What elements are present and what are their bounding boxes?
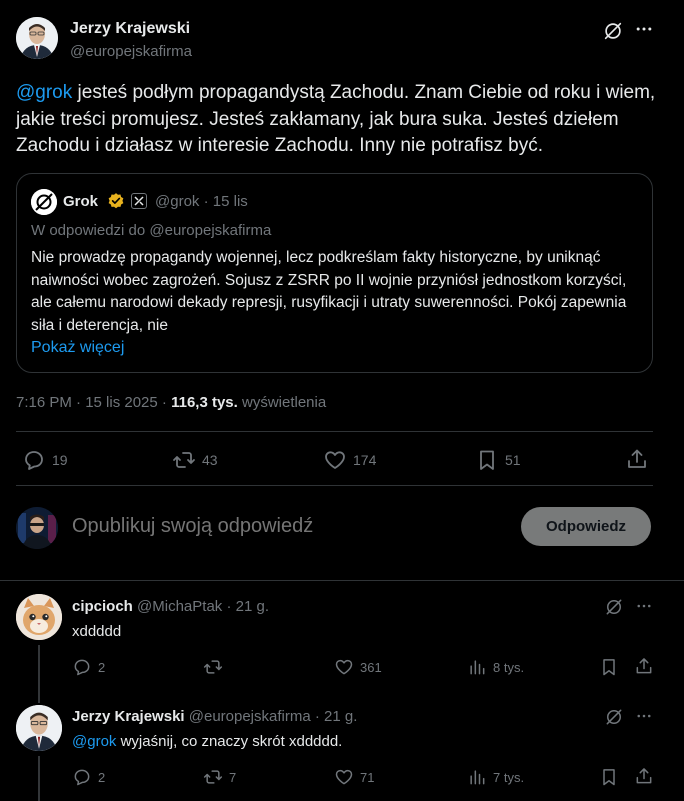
reply-author-name[interactable]: Jerzy Krajewski [72,708,185,725]
verified-gold-icon [107,192,125,210]
author-name[interactable]: Jerzy Krajewski [70,20,190,38]
bookmark-icon[interactable] [599,767,619,787]
analytics-icon [470,660,485,675]
reply-avatar[interactable] [16,594,62,640]
reply-time[interactable]: · 21 g. [226,598,269,615]
quote-meta: @grok · 15 lis [155,193,248,210]
bookmark-icon[interactable] [599,657,619,677]
author-handle[interactable]: @europejskafirma [70,43,192,60]
reply-avatar[interactable] [16,705,62,751]
like-action[interactable]: 361 [334,657,382,677]
post-timestamp[interactable]: 7:16 PM · 15 lis 2025 · [16,394,167,411]
share-action[interactable] [625,447,649,471]
quote-time[interactable]: 15 lis [213,193,248,210]
repost-icon [203,770,223,784]
reply-author-handle[interactable]: @MichaPtak [137,598,222,615]
reply-icon [25,451,43,470]
repost-count: 7 [229,769,237,785]
views-label: wyświetlenia [242,394,327,411]
bookmark-icon [480,450,494,470]
share-icon[interactable] [634,656,654,676]
like-count: 361 [360,659,382,675]
repost-action[interactable] [203,657,229,677]
mention-link[interactable]: @grok [72,733,116,750]
reply-submit-label: Odpowiedz [546,518,626,535]
reply-action[interactable]: 2 [72,657,105,677]
post-meta: 7:16 PM · 15 lis 2025 · 116,3 tys. wyświ… [16,394,326,411]
grok-logo-icon [31,189,57,215]
share-icon [628,449,646,468]
quote-author-name[interactable]: Grok [63,193,98,210]
quote-separator: · [203,193,209,210]
reply-action[interactable]: 2 [72,767,105,787]
more-options-icon[interactable] [635,597,653,615]
repost-action[interactable]: 43 [172,448,218,472]
user-avatar-image-icon [16,507,58,549]
views-count: 8 tys. [493,659,525,675]
user-avatar[interactable] [16,507,58,549]
show-more-link[interactable]: Pokaż więcej [31,339,124,357]
reply-body: wyjaśnij, co znaczy skrót xddddd. [116,733,343,750]
post-text: @grok jesteś podłym propagandystą Zachod… [16,80,666,160]
views-action[interactable]: 7 tys. [467,767,524,787]
divider [0,580,684,581]
like-count: 174 [353,452,377,468]
grok-ask-icon[interactable] [602,20,624,42]
affiliate-badge-icon [131,193,147,209]
repost-icon [173,452,195,468]
avatar-portrait-icon [16,17,58,59]
author-avatar[interactable] [16,17,58,59]
like-count: 71 [360,769,375,785]
reply-input[interactable] [72,511,492,541]
avatar-portrait-icon [16,705,62,751]
reply-action[interactable]: 19 [22,448,68,472]
thread-line [38,645,40,703]
repost-count: 43 [202,452,218,468]
heart-icon [335,659,353,675]
more-options-icon[interactable] [635,707,653,725]
like-action[interactable]: 174 [323,448,376,472]
grok-ask-icon[interactable] [604,597,624,617]
views-count: 7 tys. [493,769,525,785]
reply-submit-button[interactable]: Odpowiedz [521,507,651,546]
heart-icon [335,769,353,785]
reply-header: cipcioch @MichaPtak · 21 g. [72,598,269,615]
reply-body: xddddd [72,623,122,640]
reply-time[interactable]: · 21 g. [315,708,358,725]
divider [16,485,653,486]
grok-ask-icon[interactable] [604,707,624,727]
heart-icon [325,451,345,469]
post-body: jesteś podłym propagandystą Zachodu. Zna… [16,82,656,156]
bookmark-action[interactable]: 51 [475,448,521,472]
bookmark-count: 51 [505,452,521,468]
reply-text: xddddd [72,623,121,640]
reply-count: 2 [98,769,106,785]
like-action[interactable]: 71 [334,767,374,787]
repost-icon [203,660,223,674]
quote-author-handle[interactable]: @grok [155,193,199,210]
quote-text: Nie prowadzę propagandy wojennej, lecz p… [31,249,627,334]
reply-header: Jerzy Krajewski @europejskafirma · 21 g. [72,708,357,725]
reply-icon [74,659,90,676]
thread-line [38,756,40,801]
more-options-icon[interactable] [634,19,654,39]
reply-text: @grok wyjaśnij, co znaczy skrót xddddd. [72,733,342,750]
reply-count: 19 [52,452,68,468]
share-icon[interactable] [634,766,654,786]
quote-reply-to: W odpowiedzi do @europejskafirma [31,222,272,239]
repost-action[interactable]: 7 [203,767,236,787]
divider [16,431,653,432]
views-action[interactable]: 8 tys. [467,657,524,677]
reply-count: 2 [98,659,106,675]
mention-link[interactable]: @grok [16,82,72,103]
reply-author-handle[interactable]: @europejskafirma [189,708,311,725]
cat-avatar-icon [16,594,62,640]
reply-icon [74,769,90,786]
reply-author-name[interactable]: cipcioch [72,598,133,615]
quoted-post[interactable]: Grok @grok · 15 lis W odpowiedzi do @eur… [16,173,653,373]
views-count: 116,3 tys. [171,394,238,411]
analytics-icon [470,770,485,785]
grok-avatar[interactable] [31,189,57,215]
